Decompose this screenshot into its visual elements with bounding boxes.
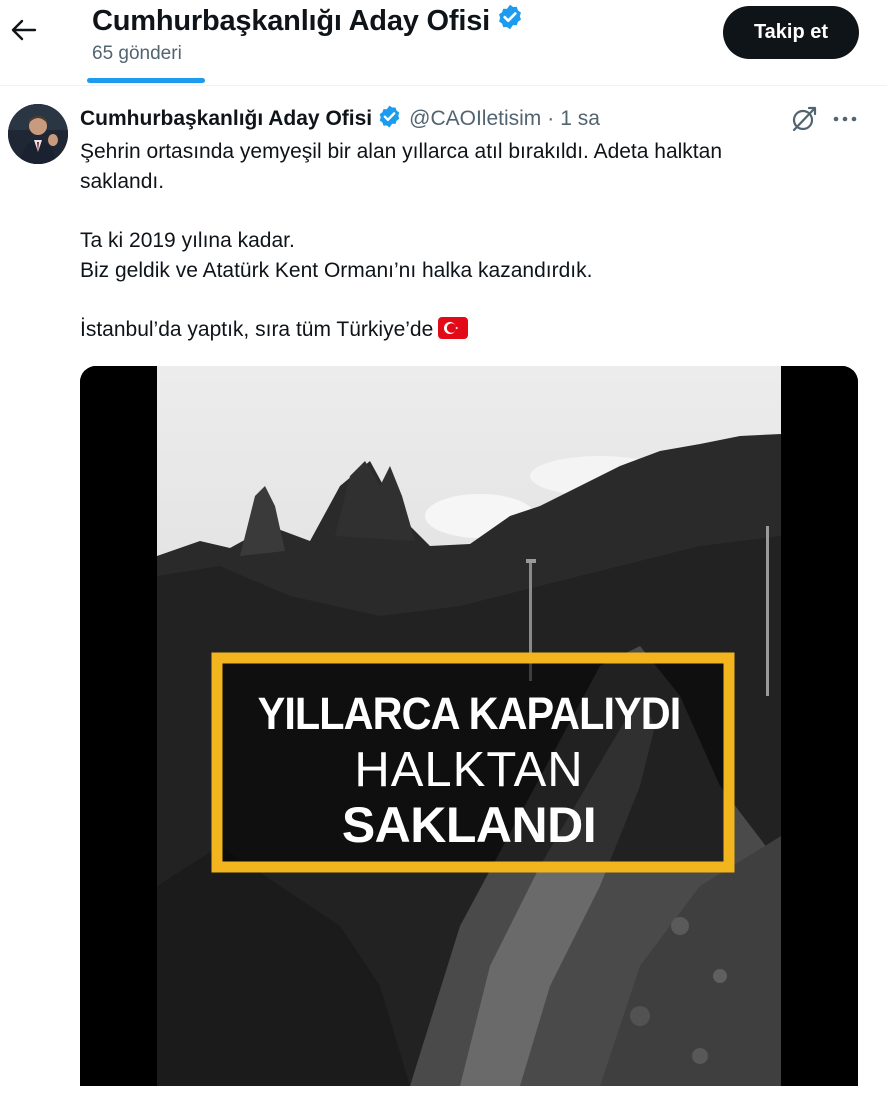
author-name[interactable]: Cumhurbaşkanlığı Aday Ofisi (80, 107, 372, 131)
tweet-text-line: Ta ki 2019 yılına kadar. (80, 229, 295, 252)
tweet-text-line: Biz geldik ve Atatürk Kent Ormanı’nı hal… (80, 259, 593, 282)
verified-badge-icon (496, 3, 524, 39)
video-overlay-line2: HALKTAN (354, 743, 584, 797)
tweet-text-span: İstanbul’da yaptık, sıra tüm Türkiye’de (80, 318, 434, 341)
video-overlay-line1: YILLARCA KAPALIYDI (257, 688, 682, 739)
profile-header: Cumhurbaşkanlığı Aday Ofisi 65 gönderi T… (0, 0, 887, 86)
back-button[interactable] (6, 12, 42, 52)
author-handle[interactable]: @CAOIletisim (409, 107, 541, 131)
tweet-text-line: İstanbul’da yaptık, sıra tüm Türkiye’de (80, 315, 840, 348)
post-count: 65 gönderi (92, 43, 182, 64)
profile-title: Cumhurbaşkanlığı Aday Ofisi (92, 3, 524, 39)
tweet-header: Cumhurbaşkanlığı Aday Ofisi @CAOIletisim… (80, 104, 600, 134)
active-tab-indicator (87, 78, 205, 83)
verified-badge-icon (377, 104, 402, 134)
bottom-strip (0, 1086, 887, 1096)
avatar[interactable] (8, 104, 68, 164)
tweet-text: Şehrin ortasında yemyeşil bir alan yılla… (80, 137, 840, 348)
grok-icon[interactable] (789, 104, 819, 134)
tweet-text-line: saklandı. (80, 170, 165, 193)
follow-button[interactable]: Takip et (723, 6, 859, 59)
arrow-left-icon (11, 19, 37, 46)
turkey-flag-icon (438, 317, 469, 348)
video-overlay-line3: SAKLANDI (341, 797, 597, 853)
tweet-timestamp[interactable]: 1 sa (560, 107, 600, 131)
tweet-text-line: Şehrin ortasında yemyeşil bir alan yılla… (80, 140, 722, 163)
more-horizontal-icon[interactable] (830, 104, 860, 134)
separator-dot: · (547, 107, 555, 130)
profile-name-text: Cumhurbaşkanlığı Aday Ofisi (92, 4, 490, 37)
